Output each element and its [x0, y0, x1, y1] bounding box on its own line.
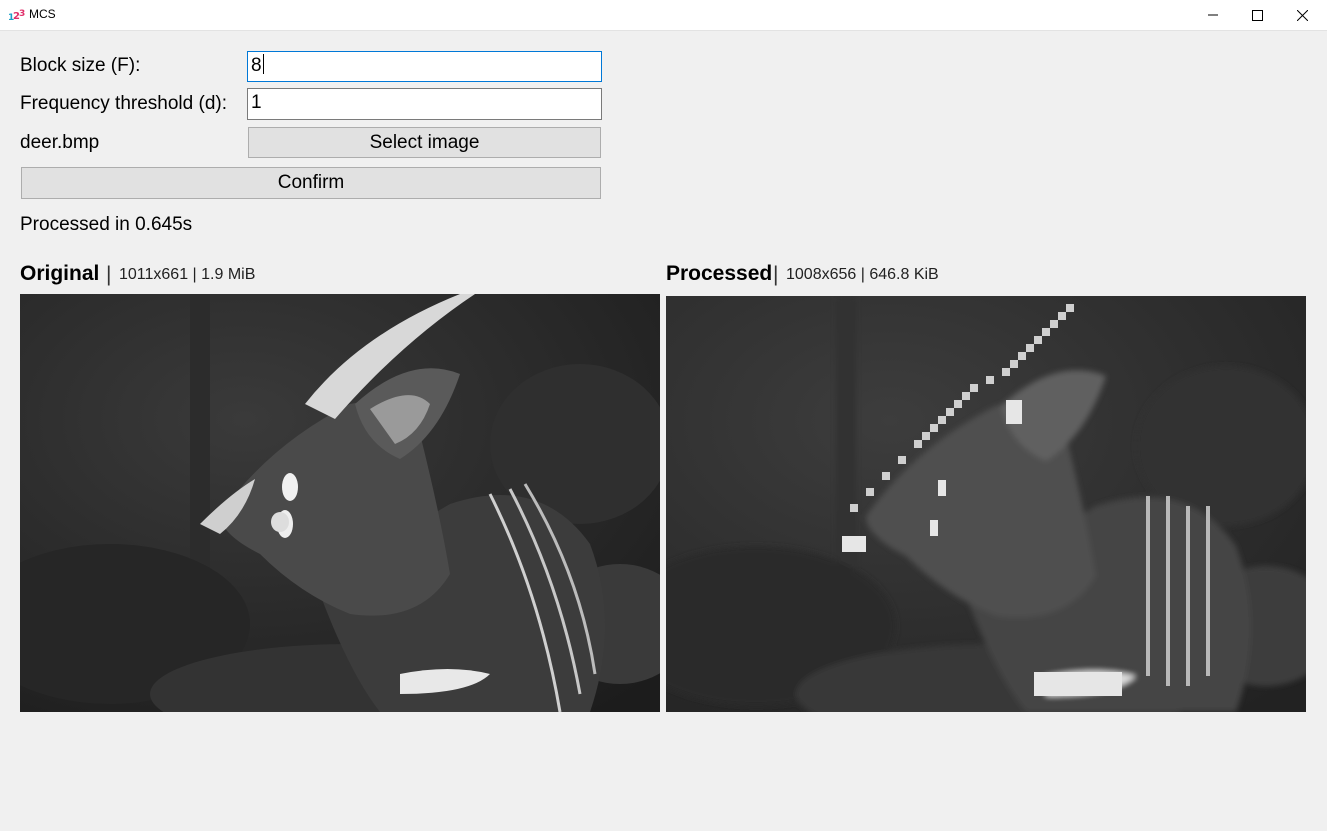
123-icon: 1 2 3: [8, 9, 25, 22]
original-meta: 1011x661 | 1.9 MiB: [119, 266, 256, 283]
select-image-button[interactable]: Select image: [248, 127, 601, 158]
block-size-label: Block size (F):: [20, 55, 141, 76]
processed-meta: 1008x656 | 646.8 KiB: [786, 266, 939, 283]
processed-separator: |: [773, 263, 779, 286]
confirm-button[interactable]: Confirm: [21, 167, 601, 199]
text-caret: [262, 54, 264, 75]
frequency-threshold-input[interactable]: 1: [247, 88, 602, 120]
frequency-threshold-label: Frequency threshold (d):: [20, 93, 227, 114]
close-icon: [1297, 9, 1308, 21]
block-size-input[interactable]: 8: [247, 51, 602, 82]
status-text: Processed in 0.645s: [20, 214, 193, 235]
frequency-threshold-value: 1: [251, 92, 262, 113]
window-title: MCS: [29, 7, 56, 21]
block-size-value: 8: [251, 55, 262, 76]
processed-image: [666, 296, 1306, 712]
close-button[interactable]: [1280, 0, 1325, 30]
original-deer-picture: [20, 294, 660, 712]
minimize-button[interactable]: [1190, 0, 1235, 30]
maximize-button[interactable]: [1235, 0, 1280, 30]
maximize-icon: [1252, 9, 1263, 21]
title-bar: 1 2 3 MCS: [0, 0, 1327, 31]
original-separator: |: [106, 263, 112, 286]
svg-text:3: 3: [19, 9, 25, 19]
minimize-icon: [1207, 14, 1218, 16]
processed-title: Processed: [666, 262, 773, 285]
file-name-label: deer.bmp: [20, 132, 100, 153]
processed-deer-picture: [666, 296, 1306, 712]
original-image: [20, 294, 660, 712]
original-title: Original: [20, 262, 100, 285]
